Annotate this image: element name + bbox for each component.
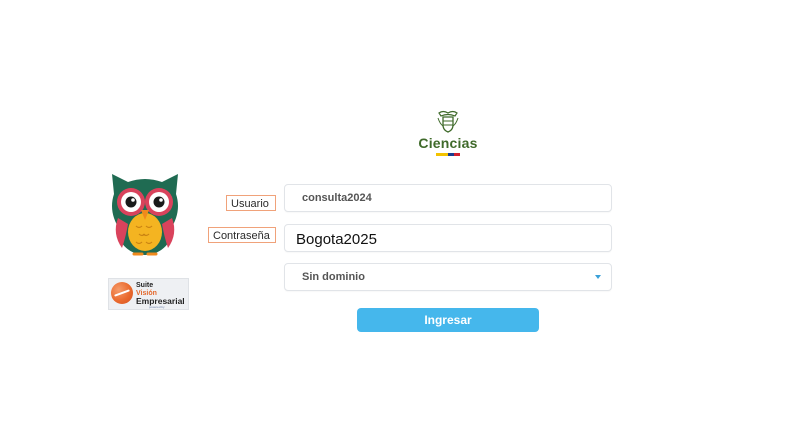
login-button[interactable]: Ingresar: [357, 308, 539, 332]
ciencias-logo: Ciencias: [418, 110, 478, 160]
owl-mascot-icon: [112, 174, 178, 256]
suite-logo-line1: Suite: [136, 282, 154, 289]
suite-vision-empresarial-logo: Suite Visión Empresarial powered by: [108, 278, 189, 310]
domain-select-value: Sin dominio: [302, 271, 365, 283]
password-input-value: Bogota2025: [296, 231, 377, 248]
user-input[interactable]: consulta2024: [284, 184, 612, 212]
colombia-flag-stripe: [436, 153, 460, 156]
user-label: Usuario: [226, 195, 276, 211]
chevron-down-icon[interactable]: [595, 275, 601, 279]
password-label: Contraseña: [208, 227, 276, 243]
password-input[interactable]: Bogota2025: [284, 224, 612, 252]
ciencias-logo-text: Ciencias: [418, 135, 478, 151]
suite-logo-tagline: powered by: [149, 305, 165, 309]
domain-select[interactable]: Sin dominio: [284, 263, 612, 291]
colombian-coat-of-arms-icon: [437, 110, 459, 133]
user-input-value: consulta2024: [302, 192, 372, 204]
suite-logo-ball-icon: [111, 282, 133, 304]
